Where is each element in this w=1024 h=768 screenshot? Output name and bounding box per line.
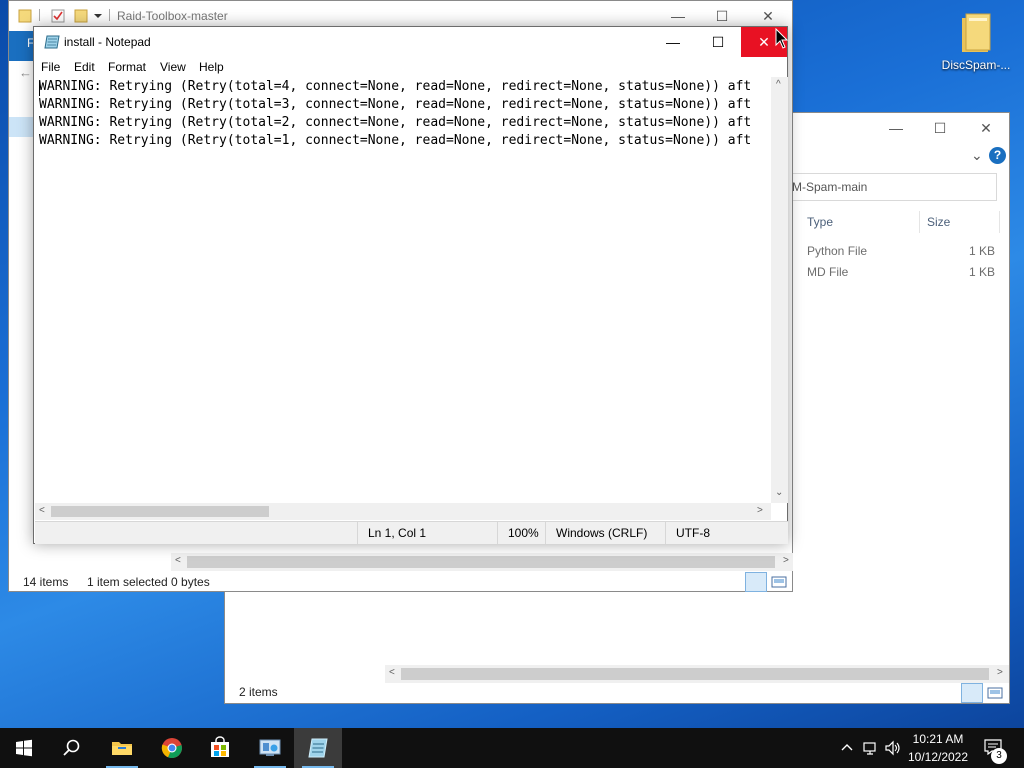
search-icon [63, 739, 80, 756]
notification-count-badge: 3 [991, 748, 1007, 764]
horizontal-scrollbar[interactable]: < > [385, 665, 1009, 683]
scroll-left-icon[interactable]: < [39, 505, 45, 516]
horizontal-scrollbar[interactable]: < > [35, 503, 771, 520]
menu-view[interactable]: View [160, 60, 186, 74]
desktop-icon-label: DiscSpam-... [941, 58, 1011, 72]
network-icon[interactable] [862, 740, 880, 756]
view-switcher[interactable] [961, 683, 1005, 703]
column-header-type[interactable]: Type [807, 211, 833, 233]
control-panel-icon [259, 739, 281, 756]
maximize-button[interactable]: ☐ [917, 113, 963, 143]
ribbon-expand-icon[interactable]: ⌄ [971, 147, 983, 164]
text-line: WARNING: Retrying (Retry(total=2, connec… [39, 115, 752, 130]
menu-bar: File Edit Format View Help [34, 57, 787, 77]
taskbar-chrome[interactable] [148, 728, 196, 768]
folder-icon [962, 13, 991, 52]
windows-start-icon [16, 739, 32, 757]
window-title: Raid-Toolbox-master [117, 9, 228, 23]
taskbar-control-panel[interactable] [246, 728, 294, 768]
scroll-up-icon[interactable]: ^ [776, 79, 781, 90]
quick-access-dropdown-icon[interactable] [93, 11, 103, 21]
text-line: WARNING: Retrying (Retry(total=3, connec… [39, 97, 752, 112]
new-folder-icon[interactable] [73, 8, 89, 24]
column-separator [999, 211, 1000, 233]
maximize-button[interactable]: ☐ [695, 27, 741, 57]
status-item-count: 2 items [239, 685, 278, 699]
minimize-button[interactable]: — [650, 27, 696, 57]
zoom-level: 100% [497, 522, 545, 544]
details-view-icon[interactable] [961, 683, 983, 703]
row-size: 1 KB [969, 244, 996, 258]
nav-pane-selected-item[interactable] [9, 117, 34, 137]
status-selection: 1 item selected 0 bytes [87, 575, 210, 589]
notepad-icon [44, 35, 60, 49]
column-separator [919, 211, 920, 233]
view-switcher[interactable] [745, 572, 789, 592]
row-type: MD File [807, 265, 849, 279]
horizontal-scrollbar[interactable]: < > [171, 553, 793, 571]
search-button[interactable] [48, 728, 96, 768]
encoding: UTF-8 [665, 522, 787, 544]
minimize-button[interactable]: — [873, 113, 919, 143]
vertical-scrollbar[interactable]: ^ ⌄ [771, 77, 788, 503]
status-item-count: 14 items [23, 575, 69, 589]
folder-icon [18, 9, 32, 23]
menu-edit[interactable]: Edit [74, 60, 95, 74]
large-icons-view-icon[interactable] [769, 572, 789, 592]
toolbar-separator [109, 9, 110, 21]
line-ending: Windows (CRLF) [545, 522, 665, 544]
taskbar-file-explorer[interactable] [98, 728, 146, 768]
scroll-down-icon[interactable]: ⌄ [775, 487, 783, 498]
details-view-icon[interactable] [745, 572, 767, 592]
window-title: install - Notepad [64, 35, 151, 49]
chevron-up-icon[interactable] [840, 741, 854, 755]
titlebar[interactable]: install - Notepad — ☐ ✕ [34, 27, 787, 57]
row-type: Python File [807, 244, 868, 258]
text-line: WARNING: Retrying (Retry(total=4, connec… [39, 79, 752, 94]
close-button[interactable]: ✕ [963, 113, 1009, 143]
store-icon [211, 736, 229, 757]
scroll-right-icon[interactable]: > [757, 505, 763, 516]
column-header-size[interactable]: Size [927, 211, 950, 233]
notepad-window[interactable]: install - Notepad — ☐ ✕ File Edit Format… [33, 26, 788, 544]
clock-time[interactable]: 10:21 AM [904, 732, 972, 746]
scroll-thumb[interactable] [401, 668, 989, 680]
back-arrow-icon[interactable]: ← [19, 65, 32, 80]
cursor-position: Ln 1, Col 1 [357, 522, 497, 544]
text-editor[interactable]: WARNING: Retrying (Retry(total=4, connec… [35, 77, 771, 503]
mouse-pointer-icon [775, 28, 789, 49]
taskbar-store[interactable] [196, 728, 244, 768]
scroll-right-icon[interactable]: > [997, 667, 1003, 678]
notepad-icon [308, 738, 328, 758]
scroll-thumb[interactable] [51, 506, 269, 517]
address-bar[interactable]: M-Spam-main [789, 173, 997, 201]
text-line: WARNING: Retrying (Retry(total=1, connec… [39, 133, 752, 148]
scroll-left-icon[interactable]: < [389, 667, 395, 678]
taskbar: 10:21 AM 10/12/2022 [0, 728, 1024, 768]
chrome-icon [161, 738, 182, 759]
scroll-right-icon[interactable]: > [783, 555, 789, 566]
desktop-folder-icon[interactable]: DiscSpam-... [936, 8, 1016, 78]
menu-help[interactable]: Help [199, 60, 224, 74]
volume-icon[interactable] [884, 740, 902, 756]
toolbar-separator [39, 9, 40, 21]
taskbar-notepad[interactable] [294, 728, 342, 768]
scroll-left-icon[interactable]: < [175, 555, 181, 566]
clock-date[interactable]: 10/12/2022 [904, 750, 972, 764]
scroll-thumb[interactable] [187, 556, 775, 568]
row-size: 1 KB [969, 265, 996, 279]
start-button[interactable] [0, 728, 48, 768]
menu-format[interactable]: Format [108, 60, 146, 74]
large-icons-view-icon[interactable] [985, 683, 1005, 703]
file-explorer-icon [112, 742, 132, 755]
menu-file[interactable]: File [41, 60, 60, 74]
status-bar: Ln 1, Col 1 100% Windows (CRLF) UTF-8 [35, 521, 788, 544]
help-icon[interactable]: ? [989, 147, 1006, 164]
properties-icon[interactable] [50, 8, 66, 24]
